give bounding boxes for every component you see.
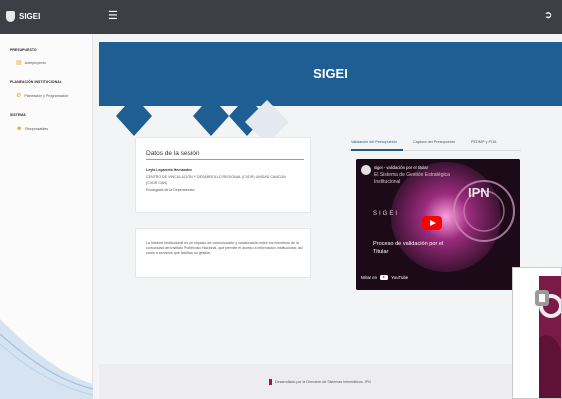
video-tabs: Validación del Presupuesto Captura del P… bbox=[349, 135, 521, 151]
unit-acronym: (CVDR CAN) bbox=[146, 181, 168, 185]
app-name: SIGEI bbox=[19, 12, 41, 21]
unit-name: CENTRO DE VINCULACIÓN Y DESARROLLO REGIO… bbox=[146, 175, 286, 179]
video-title[interactable]: sigei - validación por el titular bbox=[374, 165, 428, 170]
tab-validacion-presupuesto[interactable]: Validación del Presupuesto bbox=[351, 140, 397, 144]
gear-icon: ⚙ bbox=[16, 93, 22, 99]
shield-logo-icon bbox=[6, 11, 15, 22]
sidebar-section-presupuesto: PRESUPUESTO bbox=[10, 48, 37, 52]
footer: Desarrollado por la Dirección de Sistema… bbox=[99, 364, 562, 399]
sidebar-item-label: Planeación y Programación bbox=[24, 94, 69, 98]
watch-on-youtube-link[interactable]: Mirar en YouTube bbox=[361, 275, 408, 280]
info-card: La Intranet Institucional es un espacio … bbox=[135, 228, 311, 278]
session-card: Datos de la sesión Leyla Legarreta Herná… bbox=[135, 137, 311, 213]
video-brand: SIGEI bbox=[373, 211, 400, 217]
video-subtitle-2: Institucional bbox=[374, 179, 401, 185]
footer-credit: Desarrollado por la Dirección de Sistema… bbox=[269, 379, 371, 385]
sidebar: PRESUPUESTO ▤ Anteproyecto PLANEACIÓN IN… bbox=[0, 34, 93, 399]
overlay-popup[interactable] bbox=[512, 267, 562, 399]
page-title: SIGEI bbox=[313, 66, 348, 81]
play-button-icon[interactable] bbox=[422, 216, 442, 230]
video-subtitle: El Sistema de Gestión Estratégica bbox=[374, 172, 450, 178]
video-caption: Proceso de validación por el bbox=[373, 241, 444, 247]
document-icon: ▤ bbox=[16, 60, 22, 66]
youtube-video-player[interactable]: IPN sigei - validación por el titular El… bbox=[356, 159, 520, 290]
intranet-description: La Intranet Institucional es un espacio … bbox=[146, 241, 303, 255]
user-icon: ☻ bbox=[16, 126, 23, 132]
logout-icon[interactable]: ➲ bbox=[544, 10, 552, 21]
ipn-mark-icon bbox=[269, 379, 272, 385]
user-role: Encargada de la Dependencia bbox=[146, 188, 195, 192]
popup-graphic bbox=[513, 268, 561, 398]
tab-pedmp-poa[interactable]: PEDMP y POA bbox=[471, 140, 496, 144]
footer-text: Desarrollado por la Dirección de Sistema… bbox=[275, 380, 371, 384]
platform-name: YouTube bbox=[391, 275, 409, 280]
ipn-logo-text: IPN bbox=[468, 185, 490, 200]
main-content: SIGEI Datos de la sesión Leyla Legarreta… bbox=[93, 34, 562, 399]
top-navigation-bar: SIGEI ☰ ➲ bbox=[0, 0, 562, 34]
sidebar-section-planeacion: PLANEACIÓN INSTITUCIONAL bbox=[10, 80, 62, 84]
video-caption-2: Titular bbox=[373, 249, 389, 255]
session-card-title: Datos de la sesión bbox=[146, 150, 200, 157]
decorative-wave bbox=[0, 319, 93, 399]
sidebar-item-label: Responsables bbox=[25, 127, 49, 131]
sidebar-item-responsables[interactable]: ☻ Responsables bbox=[16, 126, 48, 132]
sidebar-item-label: Anteproyecto bbox=[24, 61, 46, 65]
sidebar-item-anteproyecto[interactable]: ▤ Anteproyecto bbox=[16, 60, 46, 66]
channel-avatar bbox=[361, 165, 371, 175]
divider bbox=[146, 159, 304, 160]
tab-captura-presupuesto[interactable]: Captura del Presupuesto bbox=[413, 140, 455, 144]
app-brand[interactable]: SIGEI bbox=[6, 11, 40, 22]
hamburger-icon[interactable]: ☰ bbox=[108, 11, 118, 22]
user-name: Leyla Legarreta Hernández bbox=[146, 168, 192, 172]
sidebar-item-planeacion-programacion[interactable]: ⚙ Planeación y Programación bbox=[16, 93, 68, 99]
watch-label: Mirar en bbox=[361, 275, 378, 280]
active-tab-indicator bbox=[351, 149, 403, 151]
sidebar-section-sistema: SISTEMA bbox=[10, 113, 26, 117]
youtube-icon bbox=[380, 275, 389, 280]
